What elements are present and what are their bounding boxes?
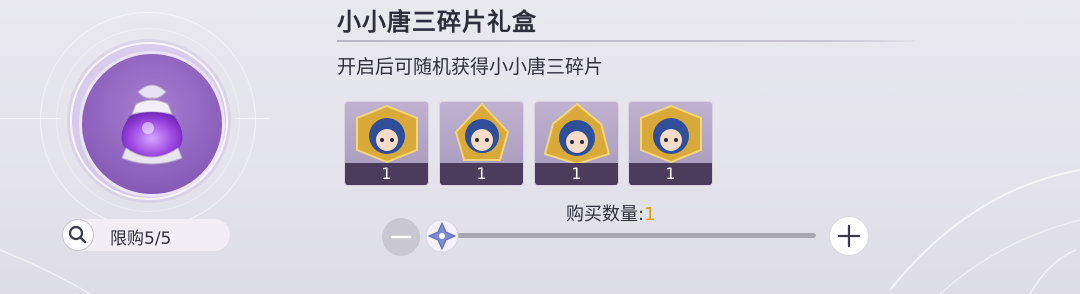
reward-count: 1 [440,163,523,185]
purchase-quantity: 购买数量:1 [566,200,656,226]
tang-san-fragment-icon [356,104,418,164]
decor-line-left [0,118,60,119]
title-divider [337,40,915,42]
tang-san-fragment-icon [640,104,702,164]
decrease-quantity-button[interactable] [382,218,420,256]
plus-icon [837,224,861,248]
item-title: 小小唐三碎片礼盒 [337,7,537,36]
search-icon [68,225,86,243]
reward-item-3[interactable]: 1 [534,101,619,186]
reward-item-2[interactable]: 1 [439,101,524,186]
quantity-label: 购买数量: [566,204,645,225]
quantity-value: 1 [644,204,656,225]
purple-gift-pouch-icon [121,84,183,165]
reward-count: 1 [535,163,618,185]
minus-icon [390,235,412,239]
tang-san-fragment-icon [454,102,510,161]
reward-count: 1 [345,163,428,185]
search-button[interactable] [62,219,94,251]
purchase-limit-text: 限购5/5 [110,229,172,249]
increase-quantity-button[interactable] [829,216,869,256]
reward-count: 1 [629,163,712,185]
decor-line-right [236,118,270,119]
tang-san-fragment-icon [543,102,611,166]
decor-swirl-right [889,169,1080,294]
item-description: 开启后可随机获得小小唐三碎片 [337,56,604,78]
quantity-slider-track[interactable] [440,233,816,238]
reward-item-1[interactable]: 1 [344,101,429,186]
quantity-slider-thumb[interactable] [424,218,460,254]
reward-item-4[interactable]: 1 [628,101,713,186]
